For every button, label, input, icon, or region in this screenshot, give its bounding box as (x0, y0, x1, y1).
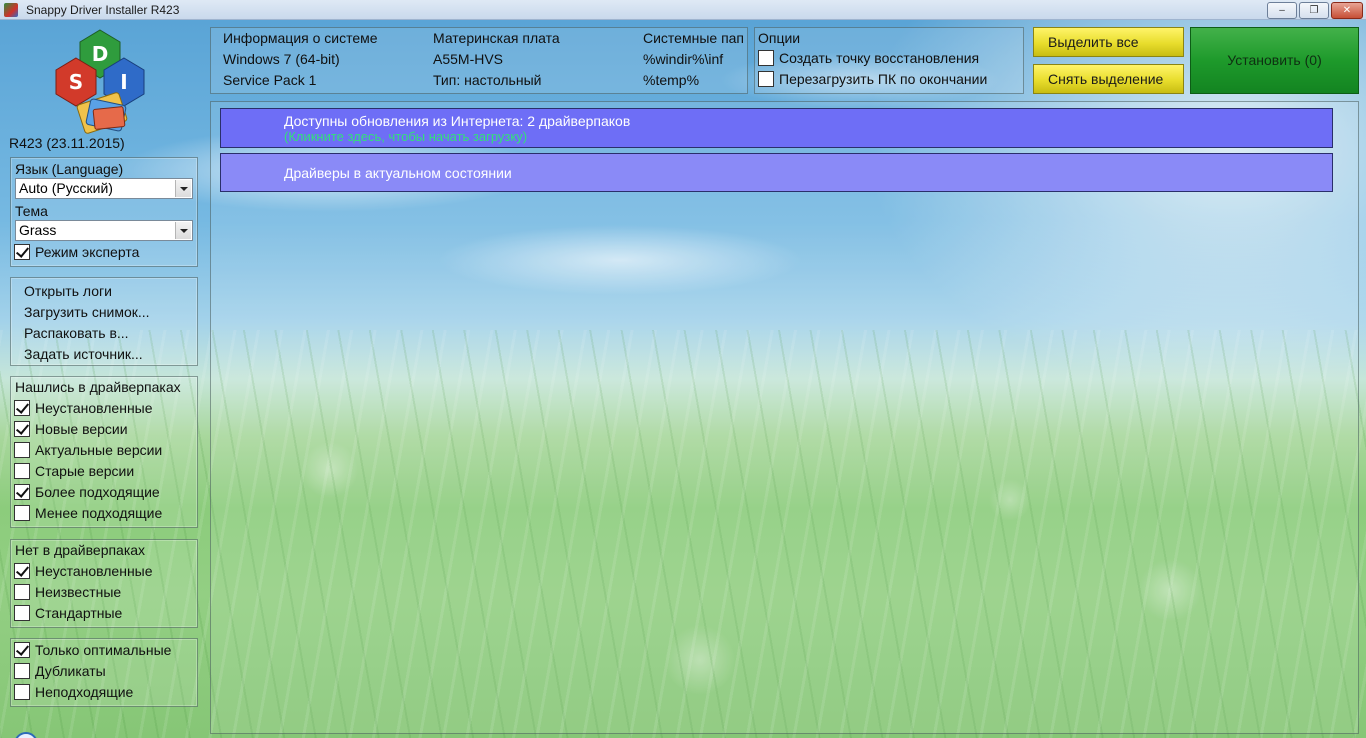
theme-select[interactable]: Grass (15, 220, 193, 241)
filter-unknown-checkbox[interactable]: Неизвестные (14, 584, 121, 602)
motherboard-heading: Материнская плата (433, 30, 560, 46)
maximize-button[interactable]: ❐ (1299, 2, 1329, 19)
online-updates-row[interactable]: Доступны обновления из Интернета: 2 драй… (220, 108, 1333, 148)
chevron-down-icon[interactable] (175, 180, 191, 197)
checkbox-checked-icon[interactable] (14, 244, 30, 260)
filter-current-versions-checkbox[interactable]: Актуальные версии (14, 442, 162, 460)
checkbox-unchecked-icon[interactable] (14, 463, 30, 479)
actions-panel: Открыть логи Загрузить снимок... Распако… (10, 277, 198, 366)
expert-mode-checkbox[interactable]: Режим эксперта (14, 244, 139, 262)
extra-filter-panel: Только оптимальные Дубликаты Неподходящи… (10, 638, 198, 707)
missing-filter-panel: Нет в драйверпаках Неустановленные Неизв… (10, 539, 198, 628)
install-button[interactable]: Установить (0) (1190, 27, 1359, 94)
drivers-up-to-date-title: Драйверы в актуальном состоянии (284, 165, 512, 181)
sysinfo-heading: Информация о системе (223, 30, 378, 46)
missing-filter-title: Нет в драйверпаках (15, 542, 146, 558)
driver-list[interactable]: Доступны обновления из Интернета: 2 драй… (210, 101, 1359, 734)
checkbox-unchecked-icon[interactable] (14, 505, 30, 521)
checkbox-checked-icon[interactable] (14, 642, 30, 658)
checkbox-unchecked-icon[interactable] (758, 71, 774, 87)
system-info-panel[interactable]: Информация о системе Windows 7 (64-bit) … (210, 27, 748, 94)
svg-text:I: I (120, 70, 127, 94)
found-filter-panel: Нашлись в драйверпаках Неустановленные Н… (10, 376, 198, 528)
checkbox-unchecked-icon[interactable] (14, 663, 30, 679)
language-label: Язык (Language) (15, 161, 124, 177)
sdi-logo-icon: D S I (55, 29, 145, 134)
found-filter-title: Нашлись в драйверпаках (15, 379, 181, 395)
theme-value: Grass (19, 222, 57, 238)
language-select[interactable]: Auto (Русский) (15, 178, 193, 199)
language-value: Auto (Русский) (19, 180, 113, 196)
app-icon (4, 3, 18, 17)
filter-optimal-only-checkbox[interactable]: Только оптимальные (14, 642, 171, 660)
deselect-button[interactable]: Снять выделение (1033, 64, 1184, 94)
svg-text:S: S (69, 70, 83, 94)
theme-label: Тема (15, 203, 48, 219)
chassis-type: Тип: настольный (433, 72, 542, 88)
checkbox-checked-icon[interactable] (14, 400, 30, 416)
checkbox-unchecked-icon[interactable] (14, 442, 30, 458)
filter-worse-match-checkbox[interactable]: Менее подходящие (14, 505, 162, 523)
select-all-button[interactable]: Выделить все (1033, 27, 1184, 57)
filter-old-versions-checkbox[interactable]: Старые версии (14, 463, 134, 481)
window-titlebar: Snappy Driver Installer R423 – ❐ ✕ (0, 0, 1366, 20)
options-panel: Опции Создать точку восстановления Перез… (754, 27, 1024, 94)
minimize-button[interactable]: – (1267, 2, 1297, 19)
settings-panel: Язык (Language) Auto (Русский) Тема Gras… (10, 157, 198, 267)
checkbox-unchecked-icon[interactable] (14, 584, 30, 600)
extract-to-link[interactable]: Распаковать в... (24, 325, 129, 341)
checkbox-unchecked-icon[interactable] (14, 684, 30, 700)
filter-unsuitable-checkbox[interactable]: Неподходящие (14, 684, 133, 702)
inf-folder: %windir%\inf (643, 51, 724, 67)
svg-text:D: D (92, 42, 109, 66)
reboot-checkbox[interactable]: Перезагрузить ПК по окончании (758, 71, 987, 89)
checkbox-checked-icon[interactable] (14, 484, 30, 500)
system-folders-heading: Системные пап (643, 30, 745, 46)
filter-not-installed-checkbox[interactable]: Неустановленные (14, 400, 153, 418)
chevron-down-icon[interactable] (175, 222, 191, 239)
set-source-link[interactable]: Задать источник... (24, 346, 143, 362)
open-logs-link[interactable]: Открыть логи (24, 283, 112, 299)
filter-missing-not-installed-checkbox[interactable]: Неустановленные (14, 563, 153, 581)
checkbox-unchecked-icon[interactable] (758, 50, 774, 66)
checkbox-unchecked-icon[interactable] (14, 605, 30, 621)
window-title: Snappy Driver Installer R423 (26, 3, 180, 17)
restore-point-checkbox[interactable]: Создать точку восстановления (758, 50, 979, 68)
online-updates-hint[interactable]: (Кликните здесь, чтобы начать загрузку) (284, 129, 527, 144)
checkbox-checked-icon[interactable] (14, 563, 30, 579)
load-snapshot-link[interactable]: Загрузить снимок... (24, 304, 150, 320)
filter-duplicates-checkbox[interactable]: Дубликаты (14, 663, 106, 681)
service-pack: Service Pack 1 (223, 72, 317, 88)
filter-standard-checkbox[interactable]: Стандартные (14, 605, 122, 623)
filter-new-versions-checkbox[interactable]: Новые версии (14, 421, 128, 439)
close-button[interactable]: ✕ (1331, 2, 1363, 19)
checkbox-checked-icon[interactable] (14, 421, 30, 437)
drivers-up-to-date-row[interactable]: Драйверы в актуальном состоянии (220, 153, 1333, 192)
motherboard-model: A55M-HVS (433, 51, 504, 67)
os-version: Windows 7 (64-bit) (223, 51, 340, 67)
temp-folder: %temp% (643, 72, 700, 88)
online-updates-title: Доступны обновления из Интернета: 2 драй… (284, 113, 631, 129)
version-label: R423 (23.11.2015) (9, 135, 125, 151)
filter-better-match-checkbox[interactable]: Более подходящие (14, 484, 160, 502)
options-title: Опции (758, 30, 801, 46)
